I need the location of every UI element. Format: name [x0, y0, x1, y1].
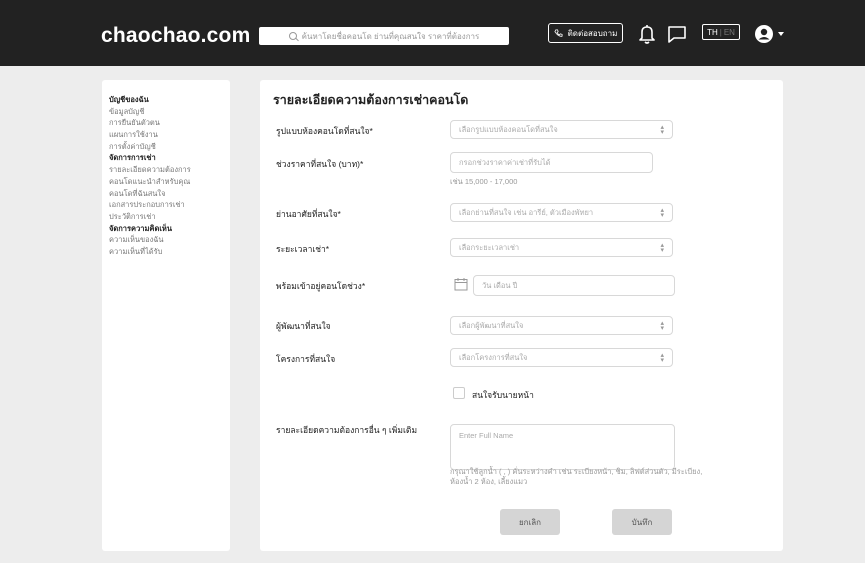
contact-button[interactable]: ติดต่อสอบถาม: [548, 23, 623, 43]
sidebar-item[interactable]: ความเห็นของฉัน: [109, 234, 230, 246]
developer-select[interactable]: เลือกผู้พัฒนาที่สนใจ ▴ ▾: [450, 316, 673, 335]
room-type-placeholder: เลือกรูปแบบห้องคอนโดที่สนใจ: [459, 124, 558, 134]
room-type-label: รูปแบบห้องคอนโดที่สนใจ*: [276, 126, 373, 136]
phone-icon: [554, 28, 563, 37]
developer-label: ผู้พัฒนาที่สนใจ: [276, 321, 331, 331]
price-hint: เช่น 15,000 - 17,000: [450, 177, 518, 186]
project-select[interactable]: เลือกโครงการที่สนใจ ▴ ▾: [450, 348, 673, 367]
select-arrows-icon: ▴ ▾: [660, 242, 664, 254]
agent-checkbox[interactable]: [453, 387, 465, 399]
area-label: ย่านอาศัยที่สนใจ*: [276, 209, 341, 219]
sidebar-section-heading: จัดการการเช่า: [109, 153, 156, 163]
select-arrows-icon: ▴ ▾: [660, 352, 664, 364]
duration-select[interactable]: เลือกระยะเวลาเช่า ▴ ▾: [450, 238, 673, 257]
chat-icon[interactable]: [667, 25, 687, 44]
area-placeholder: เลือกย่านที่สนใจ เช่น อารีย์, ตัวเมืองพั…: [459, 207, 594, 217]
project-placeholder: เลือกโครงการที่สนใจ: [459, 352, 528, 362]
calendar-icon[interactable]: [454, 277, 468, 291]
sidebar-item[interactable]: คอนโดแนะนำสำหรับคุณ: [109, 176, 230, 188]
lang-th[interactable]: TH: [707, 28, 718, 37]
sidebar-item[interactable]: แผนการใช้งาน: [109, 129, 230, 141]
details-label: รายละเอียดความต้องการอื่น ๆ เพิ่มเติม: [276, 425, 418, 435]
language-switcher[interactable]: TH | EN: [702, 24, 740, 40]
cancel-button[interactable]: ยกเลิก: [500, 509, 560, 535]
user-avatar-icon: [755, 25, 773, 43]
sidebar: บัญชีของฉันข้อมูลบัญชี การยืนยันตัวตน แผนก…: [102, 80, 230, 551]
sidebar-item[interactable]: รายละเอียดความต้องการ: [109, 164, 230, 176]
move-in-date-input[interactable]: วัน เดือน ปี: [473, 275, 675, 296]
sidebar-item[interactable]: การยืนยันตัวตน: [109, 117, 230, 129]
select-arrows-icon: ▴ ▾: [660, 320, 664, 332]
lang-en[interactable]: EN: [724, 28, 735, 37]
agent-checkbox-label: สนใจรับนายหน้า: [472, 390, 534, 400]
sidebar-item[interactable]: ความเห็นที่ได้รับ: [109, 246, 230, 258]
duration-placeholder: เลือกระยะเวลาเช่า: [459, 242, 520, 252]
area-select[interactable]: เลือกย่านที่สนใจ เช่น อารีย์, ตัวเมืองพั…: [450, 203, 673, 222]
sidebar-item[interactable]: การตั้งค่าบัญชี: [109, 141, 230, 153]
sidebar-item[interactable]: ประวัติการเช่า: [109, 211, 230, 223]
top-navbar: chaochao.com ค้นหาโดยชื่อคอนโด ย่านที่คุ…: [0, 0, 865, 66]
sidebar-section-heading: บัญชีของฉัน: [109, 95, 149, 104]
price-placeholder: กรอกช่วงราคาค่าเช่าที่รับได้: [459, 157, 551, 167]
save-button[interactable]: บันทึก: [612, 509, 672, 535]
move-in-placeholder: วัน เดือน ปี: [482, 280, 518, 290]
developer-placeholder: เลือกผู้พัฒนาที่สนใจ: [459, 320, 524, 330]
price-label: ช่วงราคาที่สนใจ (บาท)*: [276, 159, 364, 169]
sidebar-section-heading: จัดการความคิดเห็น: [109, 223, 172, 233]
lang-separator: |: [719, 27, 722, 37]
chevron-down-icon: [778, 32, 784, 36]
site-logo[interactable]: chaochao.com: [101, 24, 250, 48]
sidebar-item[interactable]: เอกสารประกอบการเช่า: [109, 199, 230, 211]
price-input[interactable]: กรอกช่วงราคาค่าเช่าที่รับได้: [450, 152, 653, 173]
details-textarea[interactable]: Enter Full Name: [450, 424, 675, 470]
room-type-select[interactable]: เลือกรูปแบบห้องคอนโดที่สนใจ ▴ ▾: [450, 120, 673, 139]
select-arrows-icon: ▴ ▾: [660, 207, 664, 219]
project-label: โครงการที่สนใจ: [276, 354, 336, 364]
user-menu[interactable]: [754, 24, 790, 44]
main-panel: รายละเอียดความต้องการเช่าคอนโด รูปแบบห้อ…: [260, 80, 783, 551]
sidebar-item[interactable]: ข้อมูลบัญชี: [109, 106, 230, 118]
details-placeholder: Enter Full Name: [459, 431, 514, 440]
search-placeholder: ค้นหาโดยชื่อคอนโด ย่านที่คุณสนใจ ราคาที่…: [301, 31, 480, 41]
select-arrows-icon: ▴ ▾: [660, 124, 664, 136]
search-icon: [288, 32, 297, 40]
sidebar-item[interactable]: คอนโดที่ฉันสนใจ: [109, 188, 230, 200]
bell-icon[interactable]: [639, 24, 655, 44]
contact-label: ติดต่อสอบถาม: [567, 28, 618, 38]
details-hint: กรุณาใช้ลูกน้ำ ( , ) คั่นระหว่างคำ เช่น …: [450, 467, 703, 486]
page-title: รายละเอียดความต้องการเช่าคอนโด: [273, 93, 469, 107]
duration-label: ระยะเวลาเช่า*: [276, 244, 330, 254]
search-bar[interactable]: ค้นหาโดยชื่อคอนโด ย่านที่คุณสนใจ ราคาที่…: [259, 27, 509, 45]
move-in-label: พร้อมเข้าอยู่คอนโดช่วง*: [276, 281, 366, 291]
